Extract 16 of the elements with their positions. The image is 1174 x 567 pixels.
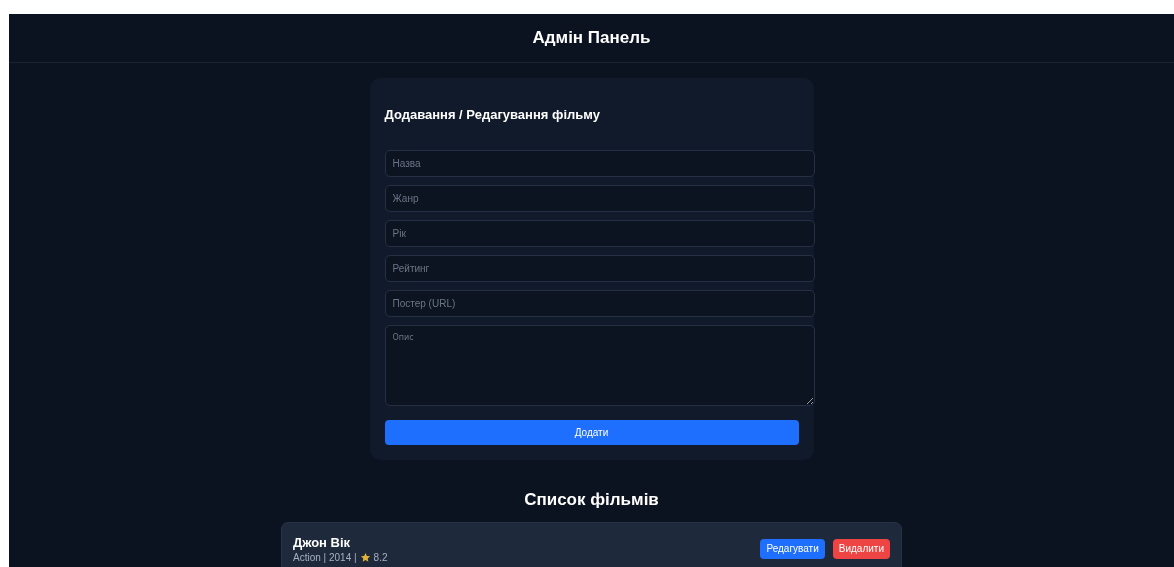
form-title: Додавання / Редагування фільму	[384, 106, 601, 124]
input-field[interactable]: Рейтинг	[384, 255, 815, 282]
page-title: Адмін Панель	[532, 28, 651, 48]
movie-meta: Action | 2014 |	[293, 551, 357, 563]
rating-text: 8.2	[373, 551, 388, 563]
description-field[interactable]: Опис	[384, 325, 815, 406]
input-field[interactable]: Рік	[384, 220, 815, 247]
input-field[interactable]: Назва	[384, 150, 815, 177]
movie-title: Джон Вік	[293, 534, 352, 550]
star-icon	[359, 551, 371, 563]
input-field[interactable]: Жанр	[384, 185, 815, 212]
edit-button[interactable]: Редагувати	[760, 538, 825, 559]
add-button[interactable]: Додати	[384, 420, 799, 445]
list-title: Список фільмів	[523, 489, 660, 511]
input-field[interactable]: Постер (URL)	[384, 290, 815, 317]
delete-button[interactable]: Видалити	[832, 538, 890, 559]
